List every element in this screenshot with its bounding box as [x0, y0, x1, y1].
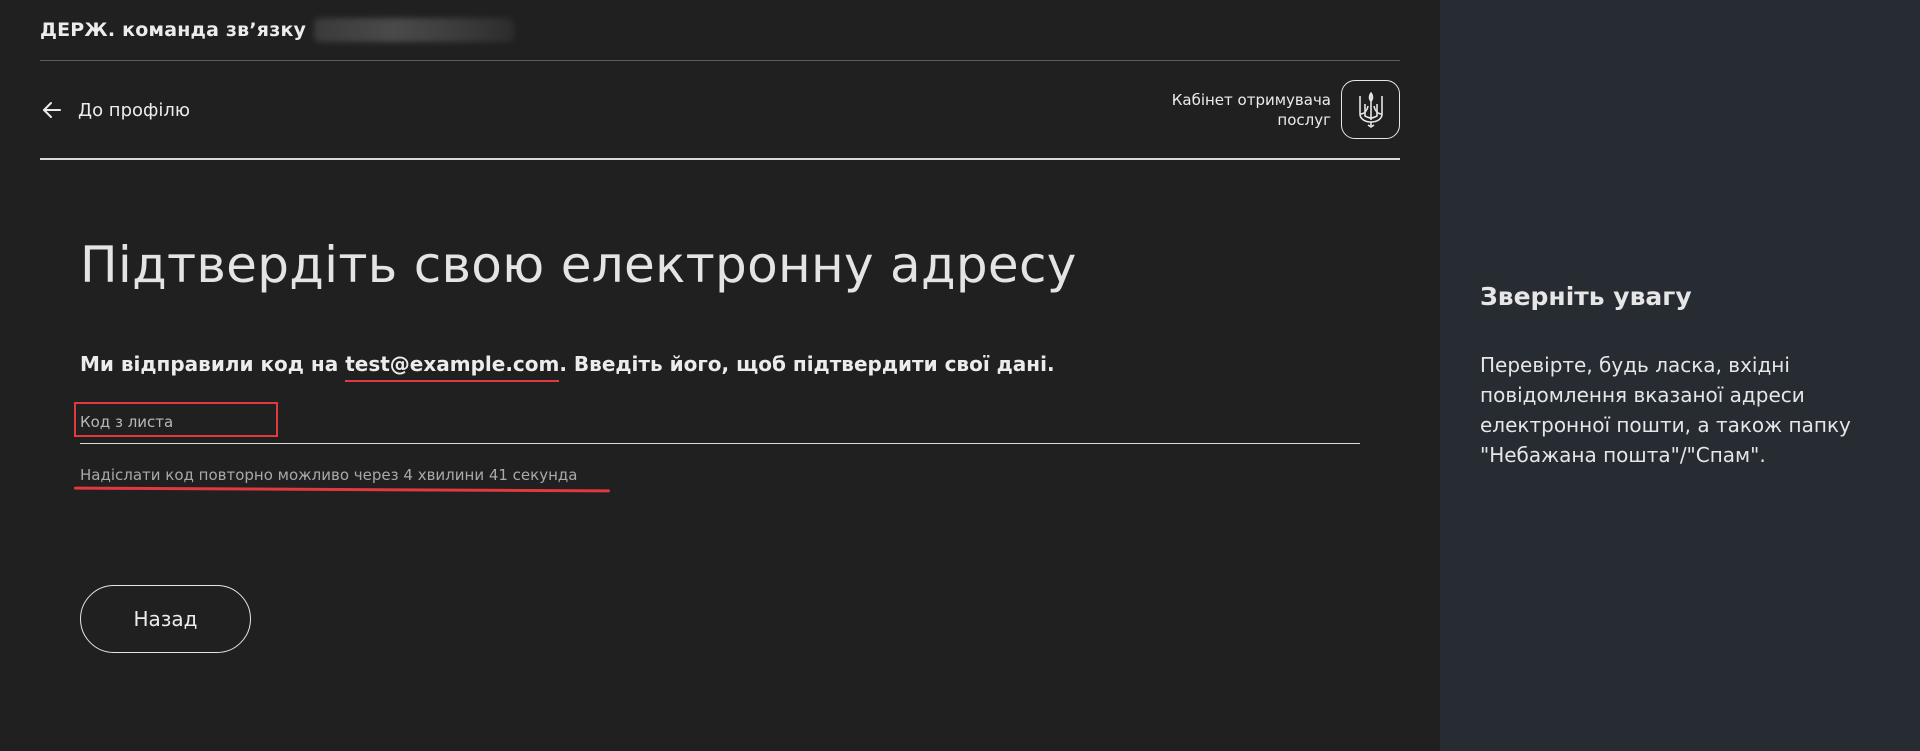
trident-icon	[1358, 91, 1383, 128]
arrow-left-icon	[43, 102, 61, 118]
code-input[interactable]	[80, 404, 1360, 440]
cabinet-label-line2: послуг	[1277, 110, 1331, 129]
info-panel-title: Зверніть увагу	[1480, 282, 1692, 311]
intro-text-before: Ми відправили код на	[80, 352, 346, 376]
highlight-underline	[73, 486, 611, 493]
trident-logo	[1341, 80, 1400, 139]
main-panel: ДЕРЖ. команда зв’язку До профілю Кабінет…	[0, 0, 1440, 751]
nav-row: До профілю Кабінет отримувача послуг	[40, 62, 1400, 160]
top-bar-title: ДЕРЖ. команда зв’язку	[40, 19, 307, 41]
info-panel-text: Перевірте, будь ласка, вхідні повідомлен…	[1480, 353, 1851, 467]
cabinet-label: Кабінет отримувача послуг	[1151, 90, 1331, 130]
email-address: test@example.com	[345, 352, 560, 382]
redacted-text	[314, 18, 515, 42]
intro-text: Ми відправили код на test@example.com. В…	[80, 352, 1055, 382]
intro-text-after: . Введіть його, щоб підтвердити свої дан…	[559, 352, 1055, 376]
cabinet-badge: Кабінет отримувача послуг	[1151, 80, 1400, 139]
back-to-profile-label: До профілю	[78, 99, 191, 121]
resend-timer-text: Надіслати код повторно можливо через 4 х…	[80, 466, 578, 484]
cabinet-label-line1: Кабінет отримувача	[1171, 90, 1331, 109]
back-button[interactable]: Назад	[80, 585, 251, 653]
page-title: Підтвердіть свою електронну адресу	[80, 236, 1077, 294]
code-field	[74, 400, 1360, 444]
top-bar: ДЕРЖ. команда зв’язку	[40, 0, 1400, 61]
back-to-profile-link[interactable]: До профілю	[40, 98, 190, 122]
info-panel: Зверніть увагу Перевірте, будь ласка, вх…	[1440, 0, 1920, 751]
